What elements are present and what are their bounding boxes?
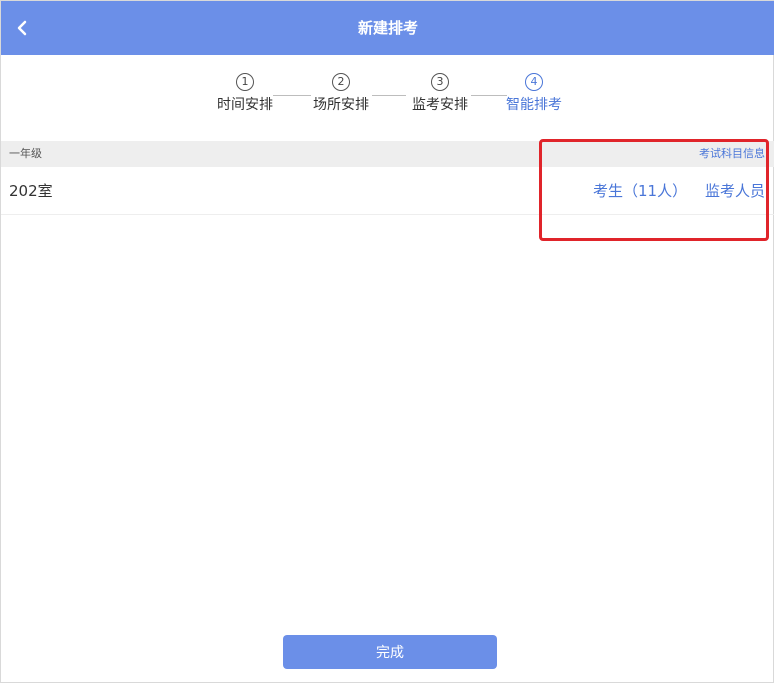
step-number: 1 bbox=[236, 73, 254, 91]
room-name: 202室 bbox=[9, 182, 53, 200]
step-smart-schedule: 4 智能排考 bbox=[496, 73, 572, 114]
step-venue: 2 场所安排 bbox=[303, 73, 379, 114]
step-number: 4 bbox=[525, 73, 543, 91]
step-proctor: 3 监考安排 bbox=[402, 73, 478, 114]
done-button[interactable]: 完成 bbox=[283, 635, 497, 669]
page-title: 新建排考 bbox=[357, 19, 418, 37]
room-row: 202室 考生（11人） 监考人员 bbox=[1, 167, 774, 215]
step-label: 智能排考 bbox=[506, 97, 562, 113]
students-link[interactable]: 考生（11人） bbox=[593, 167, 687, 215]
step-number: 3 bbox=[431, 73, 449, 91]
step-label: 场所安排 bbox=[313, 97, 369, 113]
exam-subject-info-link[interactable]: 考试科目信息 bbox=[699, 141, 765, 167]
step-number: 2 bbox=[332, 73, 350, 91]
proctors-link[interactable]: 监考人员 bbox=[705, 167, 765, 215]
grade-title: 一年级 bbox=[9, 147, 42, 160]
step-indicator: 1 时间安排 2 场所安排 3 监考安排 4 智能排考 bbox=[1, 73, 774, 123]
app-frame: 新建排考 1 时间安排 2 场所安排 3 监考安排 4 智能排考 一年级 考试科… bbox=[0, 0, 774, 683]
step-time: 1 时间安排 bbox=[207, 73, 283, 114]
step-label: 监考安排 bbox=[412, 97, 468, 113]
step-label: 时间安排 bbox=[217, 97, 273, 113]
grade-group-header: 一年级 考试科目信息 bbox=[1, 141, 774, 167]
top-bar: 新建排考 bbox=[1, 1, 774, 55]
